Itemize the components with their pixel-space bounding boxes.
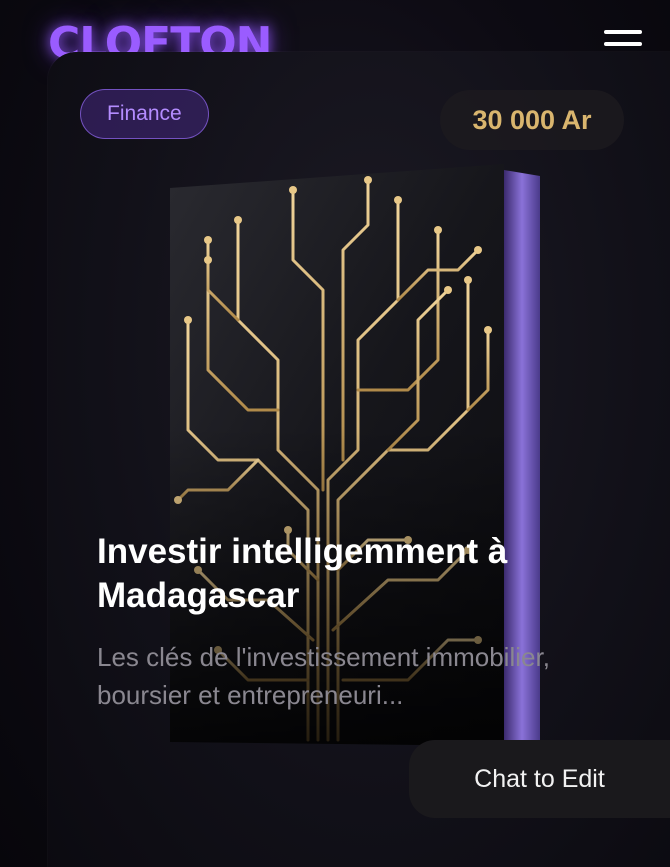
price-tag: 30 000 Ar — [440, 90, 624, 150]
chat-to-edit-button[interactable]: Chat to Edit — [409, 740, 670, 818]
book-title: Investir intelligemment à Madagascar — [97, 532, 508, 615]
category-badge[interactable]: Finance — [80, 89, 209, 139]
book-subtitle: Les clés de l'investissement immobilier,… — [97, 642, 550, 710]
page: CLOFTON Finance 30 000 Ar Investir intel… — [0, 0, 670, 867]
menu-line — [604, 42, 642, 46]
menu-line — [604, 30, 642, 34]
